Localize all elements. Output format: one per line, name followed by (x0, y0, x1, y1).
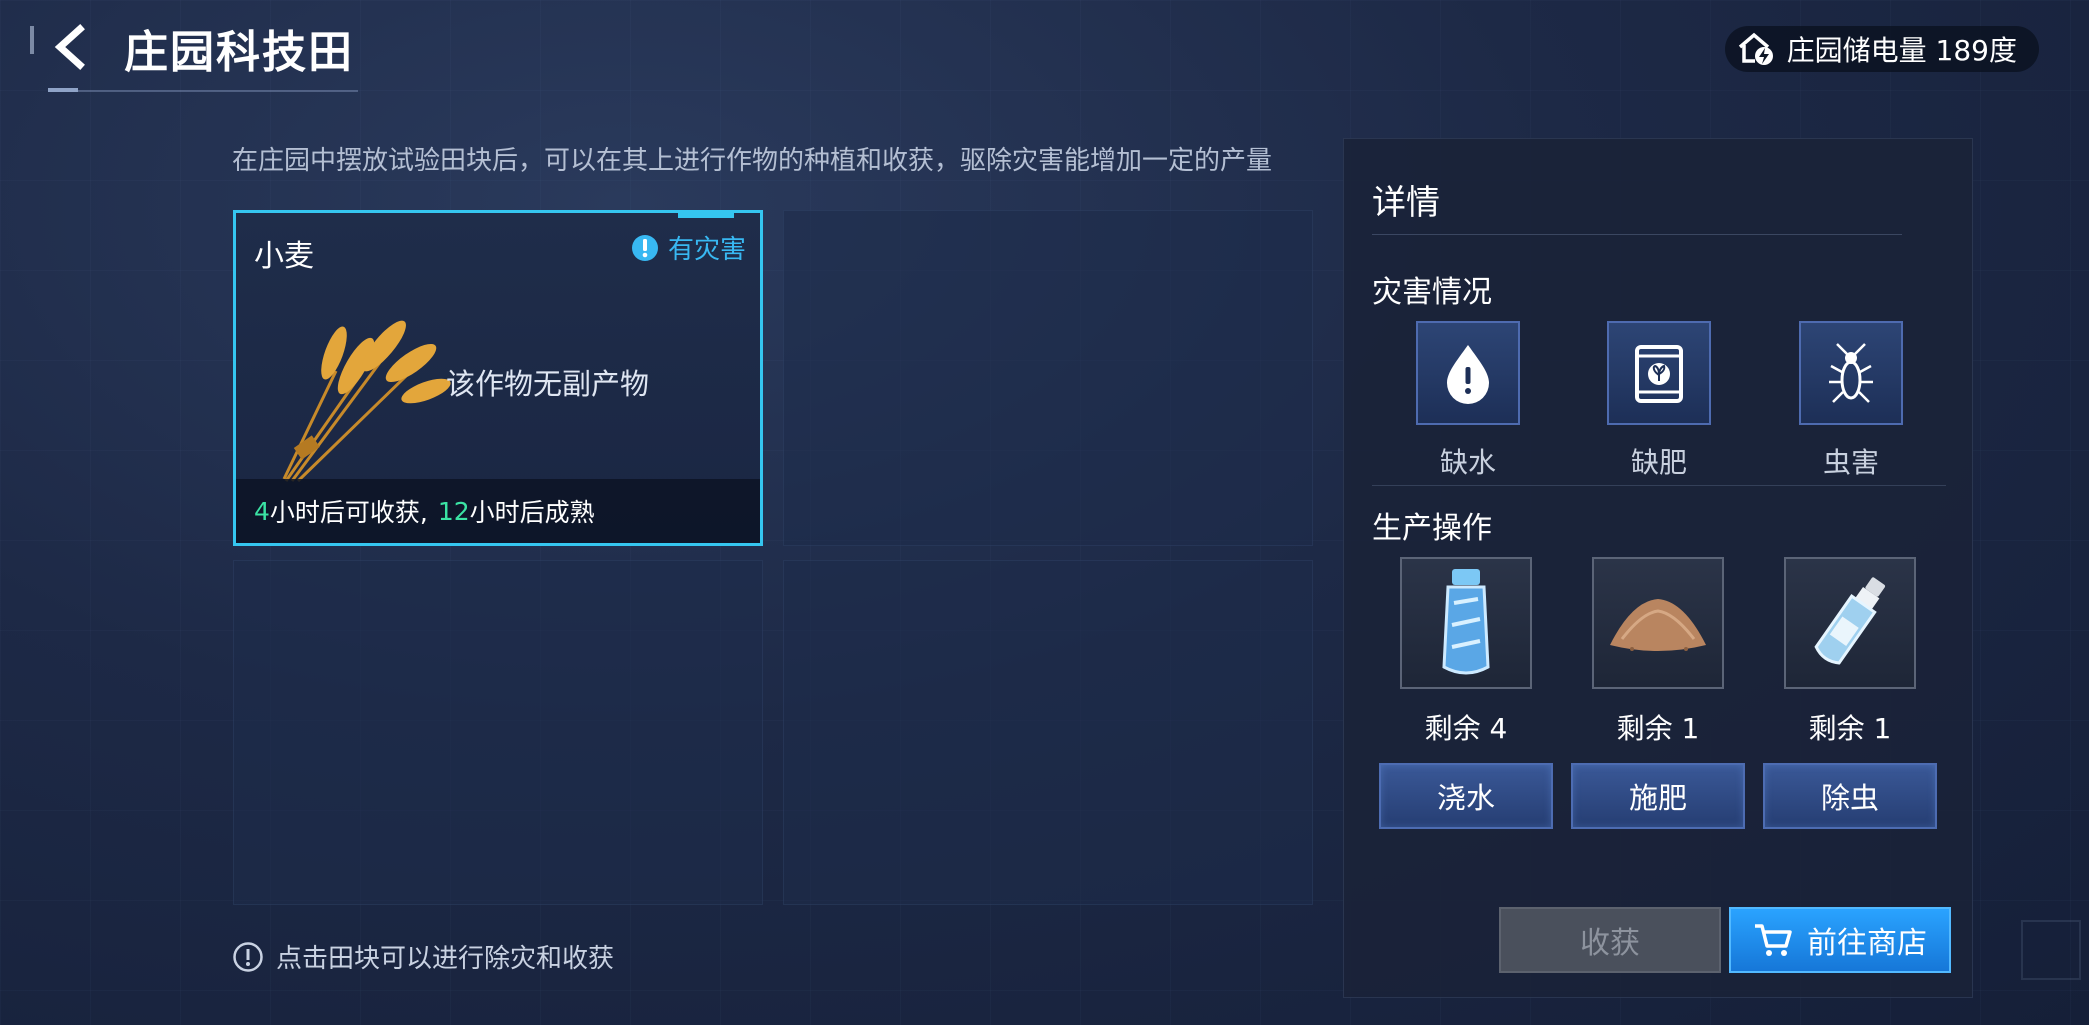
disaster-label: 缺水 (1439, 446, 1496, 479)
harvest-hours: 4 (254, 496, 270, 526)
insect-icon (1799, 321, 1903, 425)
operation-fertilizing: 剩余 1 施肥 (1571, 557, 1745, 829)
empty-plot-slot[interactable] (233, 560, 763, 905)
divider (1372, 234, 1902, 235)
fertilizer-bag-icon (1607, 321, 1711, 425)
selection-indicator (678, 213, 734, 218)
info-circle-icon (233, 941, 263, 972)
cart-icon (1755, 924, 1792, 956)
disaster-label: 缺肥 (1630, 446, 1687, 479)
operation-watering: 剩余 4 浇水 (1379, 557, 1553, 829)
operation-remaining: 剩余 4 (1424, 712, 1508, 745)
energy-storage-text: 庄园储电量 189度 (1786, 34, 2017, 67)
house-energy-icon (1738, 32, 1773, 65)
page-title: 庄园科技田 (124, 27, 354, 78)
mature-suffix: 小时后成熟 (469, 498, 595, 527)
operation-remaining: 剩余 1 (1616, 712, 1700, 745)
header-tick (30, 26, 34, 54)
empty-plot-slot[interactable] (783, 560, 1313, 905)
energy-storage-badge: 庄园储电量 189度 (1724, 26, 2039, 72)
exclamation-circle-icon (631, 234, 658, 261)
mature-hours: 12 (437, 496, 470, 526)
byproduct-text: 该作物无副产物 (446, 367, 650, 401)
divider (1372, 485, 1946, 486)
pest-control-button[interactable]: 除虫 (1763, 763, 1937, 829)
title-underline (48, 90, 358, 92)
disaster-tag: 有灾害 (630, 229, 746, 266)
disaster-pest: 虫害 (1799, 321, 1903, 481)
water-bottle-icon[interactable] (1400, 557, 1532, 689)
hint: 点击田块可以进行除灾和收获 (232, 938, 614, 975)
growth-status: 4 小时后可收获, 12 小时后成熟 (236, 479, 760, 543)
harvest-suffix: 小时后可收获, (269, 498, 428, 527)
crop-plot-card[interactable]: 小麦 有灾害 该作物无副产物 4 小时后可收获, 12 小时后成熟 (233, 210, 763, 546)
water-drop-alert-icon (1416, 321, 1520, 425)
back-arrow-icon (54, 24, 85, 70)
back-button[interactable] (44, 18, 96, 76)
disaster-label: 虫害 (1822, 446, 1879, 479)
disaster-fertilizer-shortage: 缺肥 (1607, 321, 1711, 481)
details-title: 详情 (1372, 183, 1440, 223)
description-text: 在庄园中摆放试验田块后，可以在其上进行作物的种植和收获，驱除灾害能增加一定的产量 (232, 146, 1273, 176)
go-to-shop-button[interactable]: 前往商店 (1729, 907, 1951, 973)
operation-section-title: 生产操作 (1372, 511, 1492, 546)
harvest-button[interactable]: 收获 (1499, 907, 1721, 973)
fertilizer-pile-icon[interactable] (1592, 557, 1724, 689)
water-button[interactable]: 浇水 (1379, 763, 1553, 829)
pesticide-bottle-icon[interactable] (1784, 557, 1916, 689)
disaster-water-shortage: 缺水 (1416, 321, 1520, 481)
disaster-section-title: 灾害情况 (1372, 275, 1492, 310)
wheat-icon (282, 320, 451, 483)
title-underline-accent (48, 88, 78, 92)
harvest-button-label: 收获 (1580, 926, 1640, 961)
faint-decoration (2021, 920, 2081, 980)
shop-button-label: 前往商店 (1807, 926, 1927, 961)
crop-name: 小麦 (254, 239, 314, 274)
operation-pest-control: 剩余 1 除虫 (1763, 557, 1937, 829)
empty-plot-slot[interactable] (783, 210, 1313, 546)
details-panel: 详情 灾害情况 缺水 缺肥 虫害 生产操作 剩余 4 浇水 剩余 1 施肥 剩余… (1343, 138, 1973, 998)
operation-remaining: 剩余 1 (1808, 712, 1892, 745)
hint-text: 点击田块可以进行除灾和收获 (276, 944, 615, 974)
disaster-tag-label: 有灾害 (667, 235, 746, 265)
fertilize-button[interactable]: 施肥 (1571, 763, 1745, 829)
